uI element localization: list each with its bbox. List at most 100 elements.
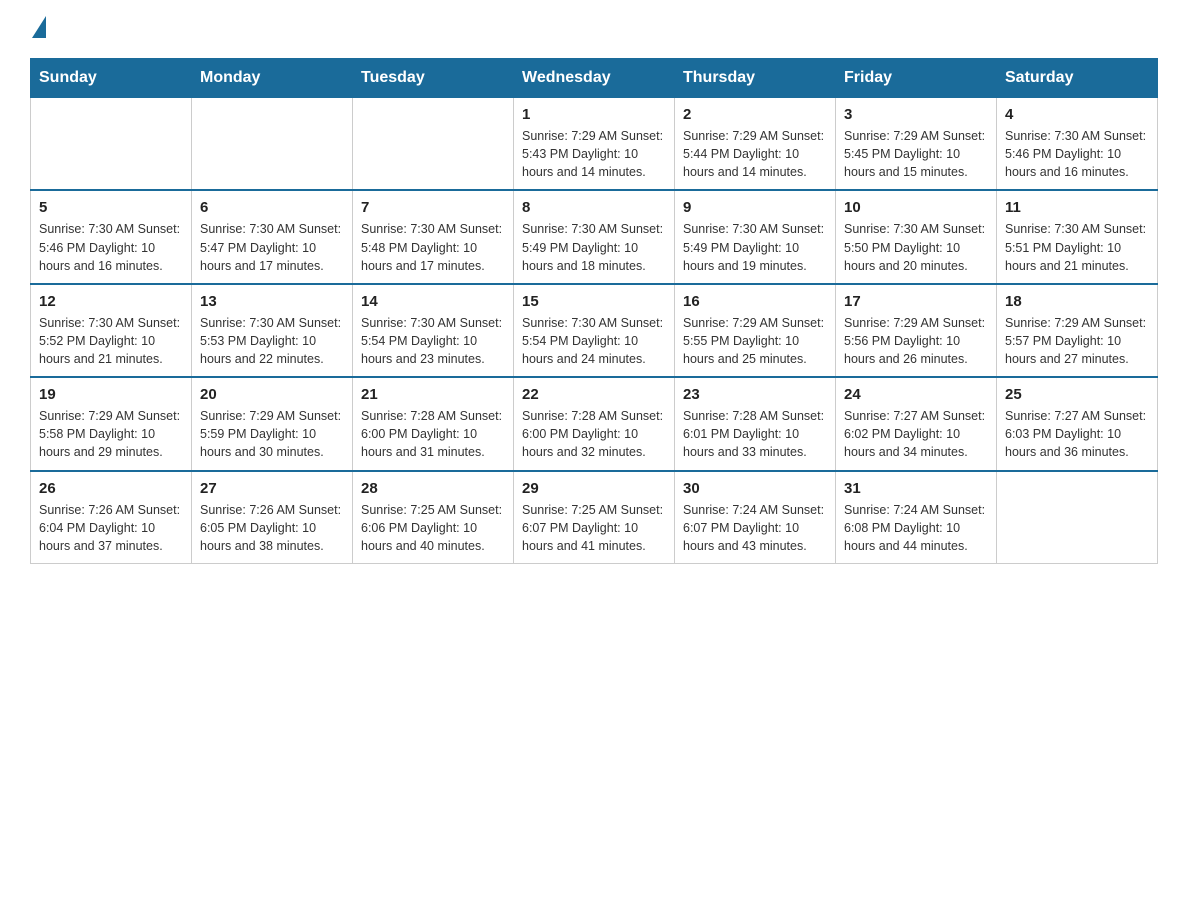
day-number: 13: [200, 293, 344, 310]
day-number: 25: [1005, 386, 1149, 403]
day-number: 26: [39, 480, 183, 497]
day-number: 22: [522, 386, 666, 403]
day-number: 20: [200, 386, 344, 403]
calendar-day-cell: 24 Sunrise: 7:27 AM Sunset: 6:02 PM Dayli…: [836, 377, 997, 470]
calendar-day-cell: 25Sunrise: 7:27 AM Sunset: 6:03 PM Dayli…: [997, 377, 1158, 470]
day-number: 30: [683, 480, 827, 497]
day-number: 12: [39, 293, 183, 310]
day-of-week-header: Sunday: [31, 59, 192, 98]
calendar-week-row: 19Sunrise: 7:29 AM Sunset: 5:58 PM Dayli…: [31, 377, 1158, 470]
calendar-day-cell: 29 Sunrise: 7:25 AM Sunset: 6:07 PM Dayli…: [514, 471, 675, 564]
calendar-day-cell: 3 Sunrise: 7:29 AM Sunset: 5:45 PM Daylig…: [836, 98, 997, 191]
calendar-day-cell: 15Sunrise: 7:30 AM Sunset: 5:54 PM Dayli…: [514, 284, 675, 377]
day-number: 5: [39, 199, 183, 216]
day-info: Sunrise: 7:30 AM Sunset: 5:53 PM Dayligh…: [200, 314, 344, 368]
day-info: Sunrise: 7:30 AM Sunset: 5:54 PM Dayligh…: [522, 314, 666, 368]
day-info: Sunrise: 7:28 AM Sunset: 6:00 PM Dayligh…: [522, 407, 666, 461]
day-info: Sunrise: 7:29 AM Sunset: 5:45 PM Dayligh…: [844, 127, 988, 181]
calendar-table: SundayMondayTuesdayWednesdayThursdayFrid…: [30, 58, 1158, 564]
page-header: [30, 20, 1158, 38]
calendar-week-row: 26Sunrise: 7:26 AM Sunset: 6:04 PM Dayli…: [31, 471, 1158, 564]
day-info: Sunrise: 7:30 AM Sunset: 5:47 PM Dayligh…: [200, 220, 344, 274]
calendar-day-cell: 26Sunrise: 7:26 AM Sunset: 6:04 PM Dayli…: [31, 471, 192, 564]
calendar-day-cell: 17 Sunrise: 7:29 AM Sunset: 5:56 PM Dayli…: [836, 284, 997, 377]
calendar-day-cell: [31, 98, 192, 191]
logo-triangle-icon: [32, 16, 46, 38]
logo: [30, 20, 46, 38]
day-number: 10: [844, 199, 988, 216]
day-info: Sunrise: 7:30 AM Sunset: 5:50 PM Dayligh…: [844, 220, 988, 274]
calendar-day-cell: 21 Sunrise: 7:28 AM Sunset: 6:00 PM Dayli…: [353, 377, 514, 470]
day-of-week-header: Tuesday: [353, 59, 514, 98]
calendar-day-cell: [353, 98, 514, 191]
day-info: Sunrise: 7:29 AM Sunset: 5:43 PM Dayligh…: [522, 127, 666, 181]
calendar-day-cell: 31 Sunrise: 7:24 AM Sunset: 6:08 PM Dayli…: [836, 471, 997, 564]
day-info: Sunrise: 7:30 AM Sunset: 5:48 PM Dayligh…: [361, 220, 505, 274]
day-number: 1: [522, 106, 666, 123]
day-number: 29: [522, 480, 666, 497]
calendar-day-cell: 9Sunrise: 7:30 AM Sunset: 5:49 PM Daylig…: [675, 190, 836, 283]
day-number: 23: [683, 386, 827, 403]
day-info: Sunrise: 7:28 AM Sunset: 6:00 PM Dayligh…: [361, 407, 505, 461]
calendar-day-cell: 19Sunrise: 7:29 AM Sunset: 5:58 PM Dayli…: [31, 377, 192, 470]
calendar-week-row: 12 Sunrise: 7:30 AM Sunset: 5:52 PM Dayli…: [31, 284, 1158, 377]
day-info: Sunrise: 7:25 AM Sunset: 6:07 PM Dayligh…: [522, 501, 666, 555]
day-number: 24: [844, 386, 988, 403]
day-of-week-header: Saturday: [997, 59, 1158, 98]
day-number: 14: [361, 293, 505, 310]
day-info: Sunrise: 7:24 AM Sunset: 6:08 PM Dayligh…: [844, 501, 988, 555]
day-info: Sunrise: 7:26 AM Sunset: 6:05 PM Dayligh…: [200, 501, 344, 555]
calendar-day-cell: 11Sunrise: 7:30 AM Sunset: 5:51 PM Dayli…: [997, 190, 1158, 283]
calendar-day-cell: 10 Sunrise: 7:30 AM Sunset: 5:50 PM Dayli…: [836, 190, 997, 283]
day-of-week-header: Friday: [836, 59, 997, 98]
day-info: Sunrise: 7:29 AM Sunset: 5:59 PM Dayligh…: [200, 407, 344, 461]
calendar-day-cell: 5 Sunrise: 7:30 AM Sunset: 5:46 PM Daylig…: [31, 190, 192, 283]
day-info: Sunrise: 7:29 AM Sunset: 5:44 PM Dayligh…: [683, 127, 827, 181]
calendar-day-cell: 18 Sunrise: 7:29 AM Sunset: 5:57 PM Dayli…: [997, 284, 1158, 377]
day-of-week-header: Wednesday: [514, 59, 675, 98]
day-info: Sunrise: 7:30 AM Sunset: 5:49 PM Dayligh…: [522, 220, 666, 274]
day-of-week-header: Thursday: [675, 59, 836, 98]
day-number: 8: [522, 199, 666, 216]
calendar-day-cell: 12 Sunrise: 7:30 AM Sunset: 5:52 PM Dayli…: [31, 284, 192, 377]
day-info: Sunrise: 7:30 AM Sunset: 5:46 PM Dayligh…: [39, 220, 183, 274]
day-number: 7: [361, 199, 505, 216]
day-info: Sunrise: 7:29 AM Sunset: 5:56 PM Dayligh…: [844, 314, 988, 368]
day-number: 16: [683, 293, 827, 310]
calendar-day-cell: 14 Sunrise: 7:30 AM Sunset: 5:54 PM Dayli…: [353, 284, 514, 377]
day-info: Sunrise: 7:24 AM Sunset: 6:07 PM Dayligh…: [683, 501, 827, 555]
day-info: Sunrise: 7:30 AM Sunset: 5:52 PM Dayligh…: [39, 314, 183, 368]
calendar-week-row: 1 Sunrise: 7:29 AM Sunset: 5:43 PM Daylig…: [31, 98, 1158, 191]
day-number: 6: [200, 199, 344, 216]
calendar-day-cell: 22 Sunrise: 7:28 AM Sunset: 6:00 PM Dayli…: [514, 377, 675, 470]
day-info: Sunrise: 7:27 AM Sunset: 6:02 PM Dayligh…: [844, 407, 988, 461]
day-info: Sunrise: 7:29 AM Sunset: 5:55 PM Dayligh…: [683, 314, 827, 368]
day-number: 21: [361, 386, 505, 403]
calendar-day-cell: 8 Sunrise: 7:30 AM Sunset: 5:49 PM Daylig…: [514, 190, 675, 283]
calendar-day-cell: 7 Sunrise: 7:30 AM Sunset: 5:48 PM Daylig…: [353, 190, 514, 283]
calendar-body: 1 Sunrise: 7:29 AM Sunset: 5:43 PM Daylig…: [31, 98, 1158, 564]
calendar-day-cell: 16 Sunrise: 7:29 AM Sunset: 5:55 PM Dayli…: [675, 284, 836, 377]
calendar-day-cell: [997, 471, 1158, 564]
calendar-week-row: 5 Sunrise: 7:30 AM Sunset: 5:46 PM Daylig…: [31, 190, 1158, 283]
day-info: Sunrise: 7:30 AM Sunset: 5:54 PM Dayligh…: [361, 314, 505, 368]
day-number: 31: [844, 480, 988, 497]
day-number: 28: [361, 480, 505, 497]
header-row: SundayMondayTuesdayWednesdayThursdayFrid…: [31, 59, 1158, 98]
calendar-day-cell: 23Sunrise: 7:28 AM Sunset: 6:01 PM Dayli…: [675, 377, 836, 470]
calendar-day-cell: 20 Sunrise: 7:29 AM Sunset: 5:59 PM Dayli…: [192, 377, 353, 470]
calendar-header: SundayMondayTuesdayWednesdayThursdayFrid…: [31, 59, 1158, 98]
day-info: Sunrise: 7:30 AM Sunset: 5:49 PM Dayligh…: [683, 220, 827, 274]
calendar-day-cell: 1 Sunrise: 7:29 AM Sunset: 5:43 PM Daylig…: [514, 98, 675, 191]
day-number: 2: [683, 106, 827, 123]
day-number: 3: [844, 106, 988, 123]
day-number: 19: [39, 386, 183, 403]
calendar-day-cell: 2 Sunrise: 7:29 AM Sunset: 5:44 PM Daylig…: [675, 98, 836, 191]
day-info: Sunrise: 7:29 AM Sunset: 5:57 PM Dayligh…: [1005, 314, 1149, 368]
day-number: 17: [844, 293, 988, 310]
calendar-day-cell: 13 Sunrise: 7:30 AM Sunset: 5:53 PM Dayli…: [192, 284, 353, 377]
day-number: 18: [1005, 293, 1149, 310]
day-number: 4: [1005, 106, 1149, 123]
day-info: Sunrise: 7:30 AM Sunset: 5:46 PM Dayligh…: [1005, 127, 1149, 181]
day-number: 11: [1005, 199, 1149, 216]
